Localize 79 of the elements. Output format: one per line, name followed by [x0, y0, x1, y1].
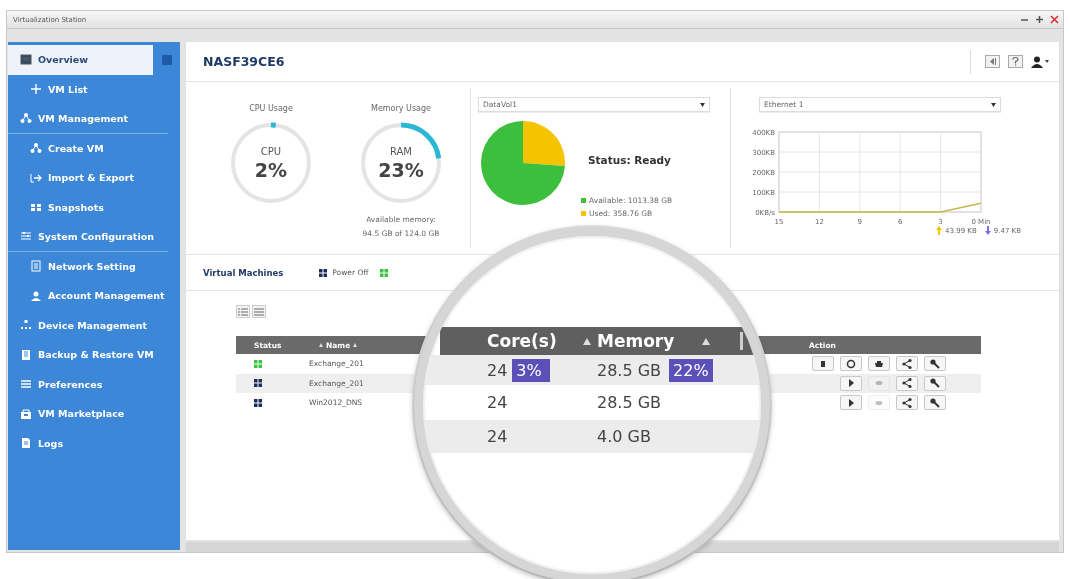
- store-icon: [20, 407, 32, 420]
- table-cell: 24: [487, 427, 508, 446]
- upload-arrow-icon: [936, 226, 943, 235]
- stop-button[interactable]: [812, 356, 834, 372]
- share-button[interactable]: [896, 356, 918, 372]
- status-text: Status: Ready: [588, 154, 671, 166]
- user-icon: [30, 289, 42, 302]
- sidebar-item[interactable]: VM Marketplace: [8, 399, 180, 429]
- sort-icon: [702, 337, 711, 345]
- share-icon: [901, 377, 913, 390]
- gauge-label: CPU: [260, 145, 282, 157]
- list-icon: [254, 307, 264, 316]
- share-icon: [901, 357, 913, 370]
- wrench-icon: [929, 377, 941, 390]
- sidebar-item[interactable]: VM List: [8, 74, 180, 104]
- usage-badge: 3%: [512, 358, 551, 382]
- sort-icon: [353, 343, 358, 347]
- column-header[interactable]: Memory: [597, 331, 675, 351]
- detail-list-icon: [238, 307, 248, 316]
- share-icon: [901, 396, 913, 409]
- network-icon: [20, 112, 32, 125]
- eject-button[interactable]: [868, 356, 890, 372]
- gauge-value: 23%: [378, 158, 424, 181]
- sidebar-item[interactable]: System Configuration: [8, 222, 168, 252]
- sidebar-item[interactable]: Logs: [8, 428, 180, 458]
- list-icon: [20, 378, 32, 391]
- sort-icon: [319, 343, 323, 347]
- usage-badge: 22%: [669, 358, 713, 382]
- sort-icon: [583, 337, 591, 345]
- sidebar-item[interactable]: Create VM: [8, 133, 180, 163]
- sidebar-item[interactable]: VM Management: [8, 104, 168, 134]
- gauge-title: CPU Usage: [249, 104, 293, 113]
- import-icon: [30, 171, 42, 184]
- sidebar-item[interactable]: Network Setting: [8, 251, 180, 281]
- list-icon: [30, 260, 42, 273]
- play-button[interactable]: [840, 375, 862, 391]
- sidebar-item[interactable]: Snapshots: [8, 192, 180, 222]
- monitor-icon: [20, 53, 32, 66]
- collapse-icon[interactable]: [985, 55, 1000, 68]
- gauge-title: Memory Usage: [371, 104, 431, 113]
- play-button[interactable]: [840, 395, 862, 411]
- wrench-icon: [929, 357, 941, 370]
- wrench-button[interactable]: [924, 375, 946, 391]
- caret-icon: [991, 102, 996, 107]
- table-cell: 24: [487, 360, 508, 380]
- panel-toggle-icon[interactable]: [162, 55, 172, 65]
- download-arrow-icon: [984, 226, 991, 235]
- document-icon: [20, 437, 32, 450]
- column-header[interactable]: Core(s): [487, 331, 583, 351]
- help-icon[interactable]: [1008, 55, 1023, 68]
- table-cell: 4.0 GB: [597, 427, 651, 446]
- sliders-icon: [20, 230, 32, 243]
- wrench-button[interactable]: [924, 395, 946, 411]
- plus-icon: [30, 83, 42, 96]
- sidebar-item[interactable]: Account Management: [8, 281, 180, 311]
- wrench-button[interactable]: [924, 356, 946, 372]
- share-button[interactable]: [896, 375, 918, 391]
- close-icon[interactable]: [1050, 15, 1059, 24]
- maximize-icon[interactable]: [1035, 15, 1044, 24]
- share-button[interactable]: [896, 395, 918, 411]
- host-name: NASF39CE6: [203, 54, 285, 69]
- network-icon: [30, 142, 42, 155]
- gauge-value: 2%: [254, 158, 288, 181]
- wrench-icon: [929, 396, 941, 409]
- table-cell: 28.5 GB: [597, 360, 662, 380]
- restart-button[interactable]: [840, 356, 862, 372]
- dots-icon: [20, 319, 32, 332]
- user-icon[interactable]: [1031, 55, 1049, 68]
- caret-icon: [700, 102, 705, 107]
- restart-icon: [845, 357, 857, 370]
- table-cell: 24: [487, 393, 508, 412]
- grid-icon: [30, 201, 42, 214]
- table-cell: 28.5 GB: [597, 393, 662, 412]
- sidebar-item[interactable]: Preferences: [8, 369, 180, 399]
- gauge-label: RAM: [390, 145, 412, 157]
- sidebar-item[interactable]: Device Management: [8, 310, 180, 340]
- section-title: Virtual Machines: [203, 267, 284, 278]
- sidebar-item[interactable]: Import & Export: [8, 163, 180, 193]
- sidebar-item[interactable]: Backup & Restore VM: [8, 340, 180, 370]
